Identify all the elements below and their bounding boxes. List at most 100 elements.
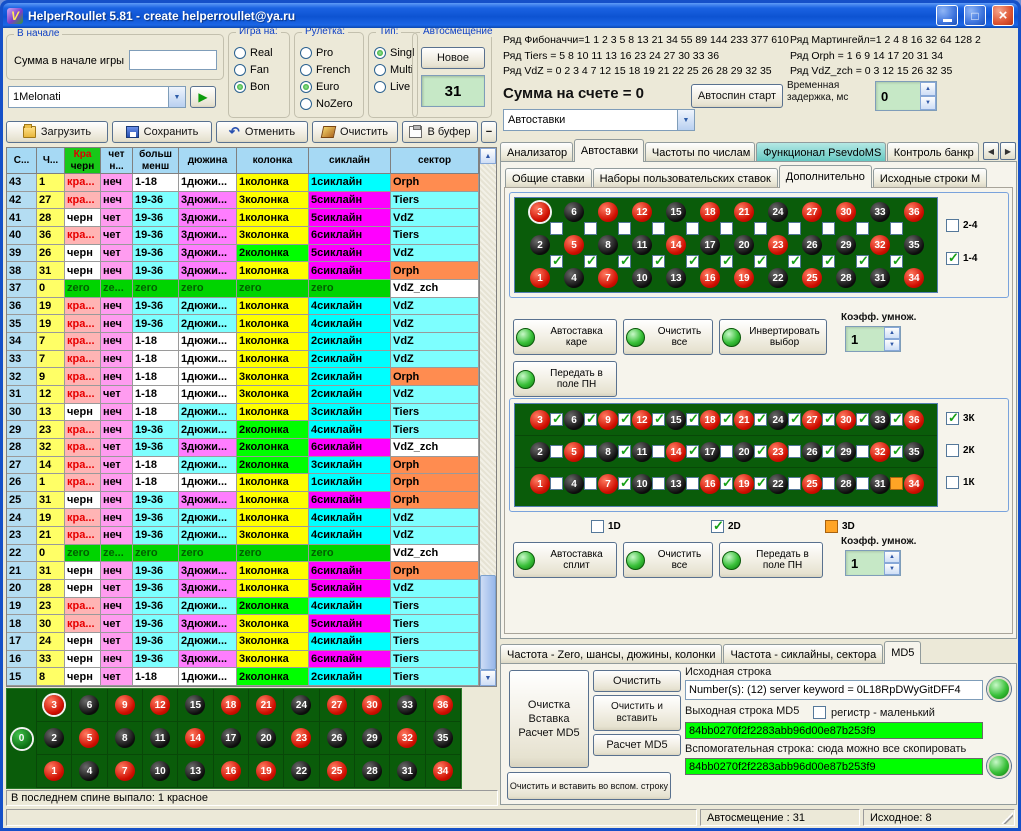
split-checkbox[interactable] bbox=[652, 445, 665, 458]
table-row[interactable]: 2028чернчет19-363дюжи...1колонка5сиклайн… bbox=[7, 580, 479, 598]
split-checkbox[interactable] bbox=[584, 413, 597, 426]
number-28[interactable]: 28 bbox=[362, 761, 382, 781]
corner-checkbox[interactable] bbox=[720, 222, 733, 235]
number-34[interactable]: 34 bbox=[904, 268, 924, 288]
table-row[interactable]: 1830кра...чет19-363дюжи...3колонка5сикла… bbox=[7, 615, 479, 633]
md5-output-field[interactable]: 84bb0270f2f2283abb96d00e87b253f9 bbox=[685, 722, 983, 739]
corner-checkbox[interactable] bbox=[890, 222, 903, 235]
number-5[interactable]: 5 bbox=[564, 235, 584, 255]
number-18[interactable]: 18 bbox=[221, 695, 241, 715]
tab-Исходные-строки-М[interactable]: Исходные строки М bbox=[873, 168, 987, 188]
board-cell-7[interactable]: 7 bbox=[108, 755, 143, 788]
column-checkbox-1К[interactable]: 1К bbox=[946, 476, 975, 489]
split-checkbox[interactable] bbox=[754, 445, 767, 458]
number-30[interactable]: 30 bbox=[836, 410, 856, 430]
radio-Pro[interactable]: Pro bbox=[300, 47, 358, 59]
spin-up-icon[interactable]: ▲ bbox=[920, 82, 936, 96]
number-5[interactable]: 5 bbox=[79, 728, 99, 748]
number-13[interactable]: 13 bbox=[666, 268, 686, 288]
table-row[interactable]: 220zeroze...zerozerozerozeroVdZ_zch bbox=[7, 545, 479, 563]
corner-checkbox[interactable] bbox=[618, 222, 631, 235]
board-cell-32[interactable]: 32 bbox=[390, 722, 425, 755]
column-checkbox-2К[interactable]: 2К bbox=[946, 444, 975, 457]
number-26[interactable]: 26 bbox=[802, 442, 822, 462]
corner-checkbox[interactable] bbox=[686, 255, 699, 268]
board-cell-2[interactable]: 2 bbox=[37, 722, 72, 755]
board-cell-15[interactable]: 15 bbox=[178, 689, 213, 722]
board-cell-29[interactable]: 29 bbox=[355, 722, 390, 755]
number-22[interactable]: 22 bbox=[291, 761, 311, 781]
dozen-line-checkbox-3D[interactable]: 3D bbox=[825, 520, 855, 533]
corner-checkbox[interactable] bbox=[822, 222, 835, 235]
radio-French[interactable]: French bbox=[300, 64, 358, 76]
corner-checkbox[interactable] bbox=[856, 222, 869, 235]
tab-Частоты-по-числам[interactable]: Частоты по числам bbox=[645, 142, 755, 162]
number-31[interactable]: 31 bbox=[397, 761, 417, 781]
number-24[interactable]: 24 bbox=[768, 202, 788, 222]
number-28[interactable]: 28 bbox=[836, 474, 856, 494]
number-16[interactable]: 16 bbox=[700, 474, 720, 494]
number-23[interactable]: 23 bbox=[768, 442, 788, 462]
table-row[interactable]: 1923кра...неч19-362дюжи...2колонка4сикла… bbox=[7, 598, 479, 616]
number-26[interactable]: 26 bbox=[327, 728, 347, 748]
row-range-checkbox-1-4[interactable]: 1-4 bbox=[946, 252, 977, 265]
clear-insert-aux-button[interactable]: Очистить и вставить во вспом. строку bbox=[507, 772, 671, 800]
split-checkbox[interactable] bbox=[890, 413, 903, 426]
tab-Функционал-PsevdoMS[interactable]: Функционал PsevdoMS bbox=[756, 142, 886, 162]
number-30[interactable]: 30 bbox=[836, 202, 856, 222]
table-row[interactable]: 4128чернчет19-363дюжи...1колонка5сиклайн… bbox=[7, 209, 479, 227]
number-29[interactable]: 29 bbox=[836, 442, 856, 462]
scroll-thumb[interactable] bbox=[480, 575, 496, 670]
md5-clear-button[interactable]: Очистить bbox=[593, 670, 681, 692]
corner-checkbox[interactable] bbox=[550, 255, 563, 268]
scroll-up-icon[interactable]: ▲ bbox=[480, 148, 496, 164]
number-19[interactable]: 19 bbox=[256, 761, 276, 781]
number-11[interactable]: 11 bbox=[632, 442, 652, 462]
board-cell-9[interactable]: 9 bbox=[108, 689, 143, 722]
split-checkbox[interactable] bbox=[550, 445, 563, 458]
number-14[interactable]: 14 bbox=[666, 442, 686, 462]
number-35[interactable]: 35 bbox=[904, 235, 924, 255]
number-2[interactable]: 2 bbox=[44, 728, 64, 748]
split-checkbox[interactable] bbox=[754, 477, 767, 490]
number-1[interactable]: 1 bbox=[530, 268, 550, 288]
autobets-select[interactable]: Автоставки ▼ bbox=[503, 109, 695, 131]
tab-Частота---сиклайны,-сектора[interactable]: Частота - сиклайны, сектора bbox=[723, 644, 883, 664]
number-24[interactable]: 24 bbox=[291, 695, 311, 715]
split-checkbox[interactable] bbox=[618, 477, 631, 490]
table-row[interactable]: 3519кра...неч19-362дюжи...1колонка4сикла… bbox=[7, 315, 479, 333]
tabs-scroll-left[interactable]: ◀ bbox=[983, 142, 999, 160]
column-header[interactable]: большменш bbox=[133, 148, 179, 174]
spin-down-icon[interactable]: ▼ bbox=[884, 563, 900, 575]
split-checkbox[interactable] bbox=[856, 477, 869, 490]
split-checkbox[interactable] bbox=[720, 445, 733, 458]
number-22[interactable]: 22 bbox=[768, 474, 788, 494]
table-row[interactable]: 2419кра...неч19-362дюжи...1колонка4сикла… bbox=[7, 509, 479, 527]
table-row[interactable]: 158чернчет1-181дюжи...2колонка2сиклайнTi… bbox=[7, 668, 479, 686]
number-35[interactable]: 35 bbox=[904, 442, 924, 462]
split-checkbox[interactable] bbox=[686, 413, 699, 426]
split-checkbox[interactable] bbox=[584, 445, 597, 458]
invert-selection-button[interactable]: Инвертировать выбор bbox=[719, 319, 827, 355]
play-button[interactable]: ▶ bbox=[190, 86, 216, 108]
number-25[interactable]: 25 bbox=[802, 474, 822, 494]
split-checkbox[interactable] bbox=[720, 413, 733, 426]
table-row[interactable]: 2321кра...неч19-362дюжи...3колонка4сикла… bbox=[7, 527, 479, 545]
radio-Euro[interactable]: Euro bbox=[300, 81, 358, 93]
column-header[interactable]: Крачерн bbox=[65, 148, 101, 174]
split-checkbox[interactable] bbox=[686, 445, 699, 458]
number-36[interactable]: 36 bbox=[904, 410, 924, 430]
number-32[interactable]: 32 bbox=[397, 728, 417, 748]
buffer-button[interactable]: В буфер bbox=[402, 121, 478, 143]
board-cell-17[interactable]: 17 bbox=[214, 722, 249, 755]
md5-calc-button[interactable]: Расчет MD5 bbox=[593, 734, 681, 756]
md5-combo-button[interactable]: Очистка Вставка Расчет MD5 bbox=[509, 670, 589, 768]
board-cell-18[interactable]: 18 bbox=[214, 689, 249, 722]
profile-select[interactable]: 1Melonati ▼ bbox=[8, 86, 186, 108]
number-20[interactable]: 20 bbox=[734, 442, 754, 462]
table-row[interactable]: 329кра...неч1-181дюжи...3колонка2сиклайн… bbox=[7, 368, 479, 386]
board-cell-8[interactable]: 8 bbox=[108, 722, 143, 755]
column-header[interactable]: сектор bbox=[391, 148, 479, 174]
transfer-to-pn-button[interactable]: Передать в поле ПН bbox=[513, 361, 617, 397]
split-checkbox[interactable] bbox=[550, 413, 563, 426]
